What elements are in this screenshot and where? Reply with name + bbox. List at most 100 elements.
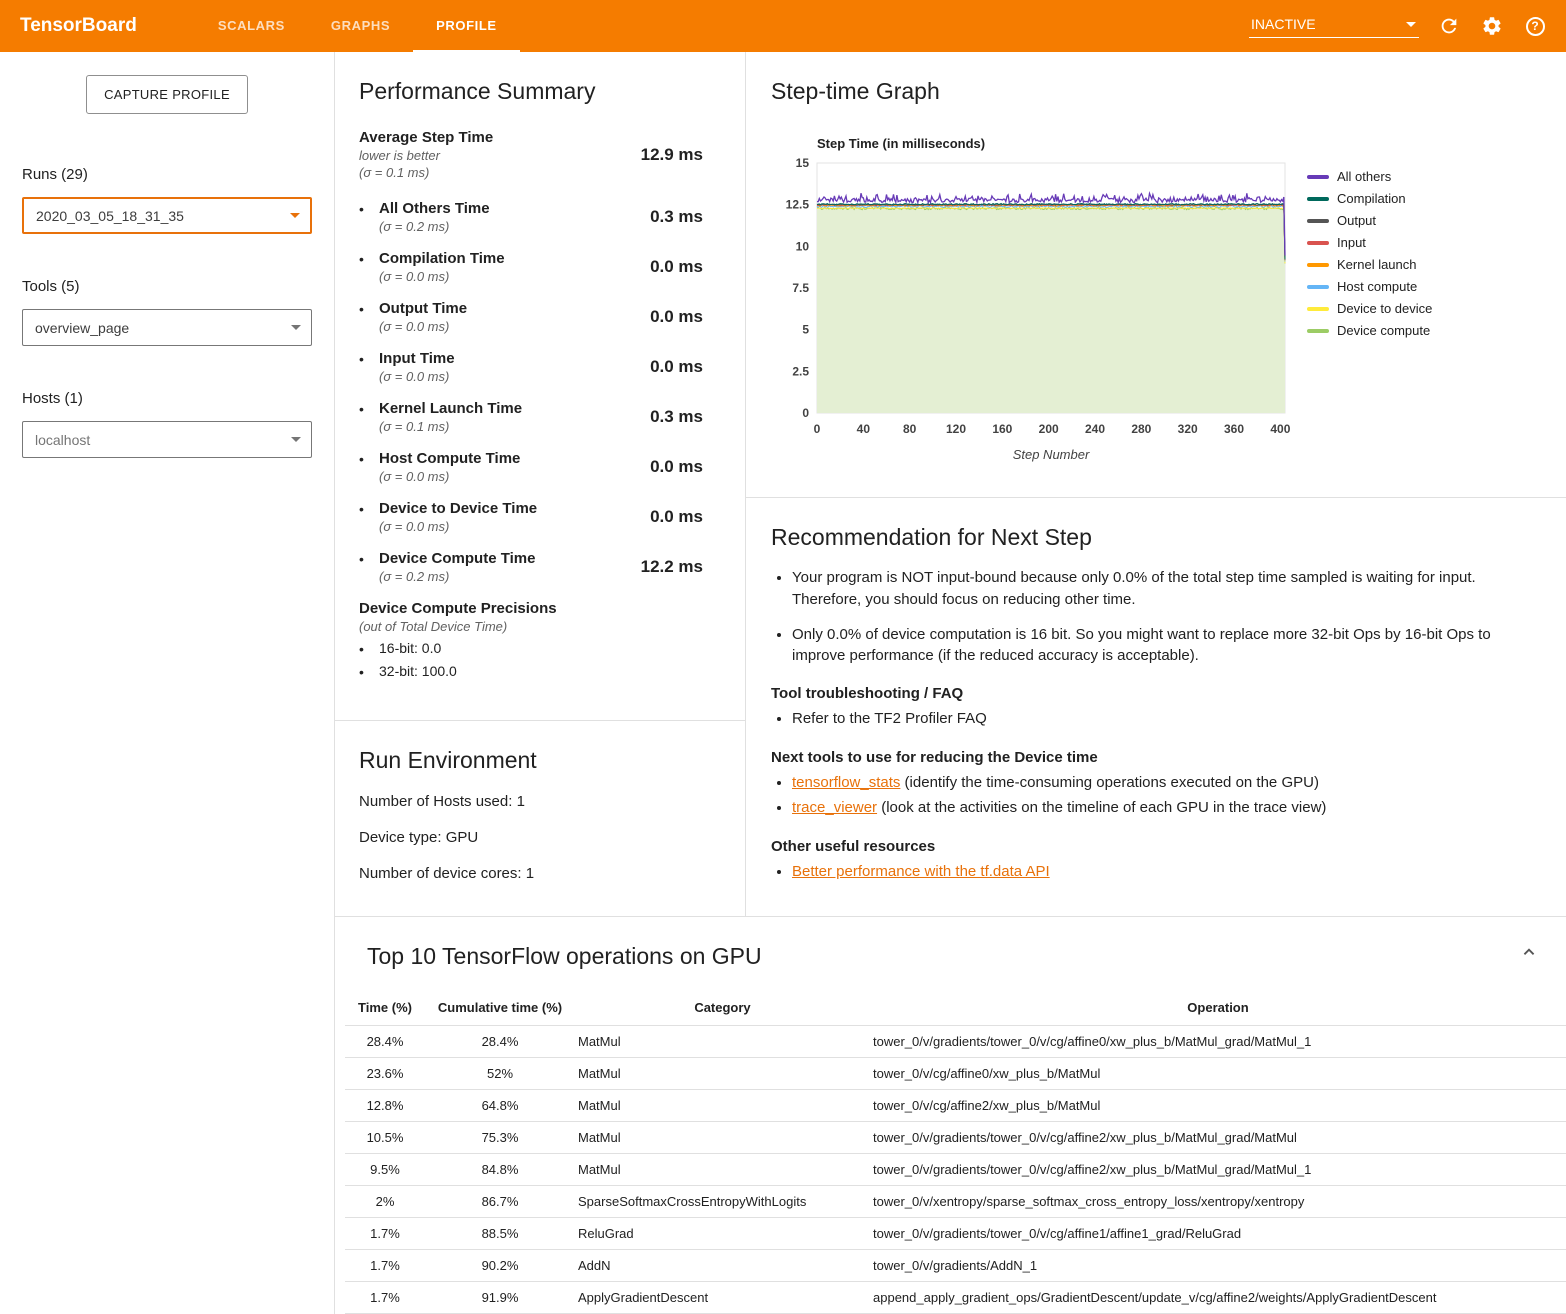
perf-summary-item: •Compilation Time(σ = 0.0 ms)0.0 ms [359, 250, 721, 284]
category-cell: SparseSoftmaxCrossEntropyWithLogits [575, 1186, 870, 1218]
other-resources-list: Better performance with the tf.data API [771, 861, 1532, 884]
operation-cell: tower_0/v/gradients/tower_0/v/cg/affine1… [870, 1218, 1566, 1250]
chevron-down-icon [1406, 22, 1416, 27]
perf-summary-item: •Output Time(σ = 0.0 ms)0.0 ms [359, 300, 721, 334]
host-compute-swatch-icon [1307, 285, 1329, 289]
tool-desc: (look at the activities on the timeline … [877, 799, 1326, 816]
refresh-button[interactable] [1436, 13, 1462, 39]
settings-button[interactable] [1479, 13, 1505, 39]
svg-text:280: 280 [1131, 422, 1151, 436]
table-row: 23.6%52%MatMultower_0/v/cg/affine0/xw_pl… [345, 1058, 1566, 1090]
chevron-up-icon [1518, 941, 1540, 963]
top-row: Performance Summary Average Step Time lo… [335, 52, 1566, 916]
tfdata-api-link[interactable]: Better performance with the tf.data API [792, 863, 1050, 880]
ops-column-header: Operation [870, 994, 1566, 1026]
next-tools-title: Next tools to use for reducing the Devic… [771, 749, 1532, 766]
table-row: 10.5%75.3%MatMultower_0/v/gradients/towe… [345, 1122, 1566, 1154]
gear-icon [1481, 15, 1503, 37]
runs-dropdown[interactable]: 2020_03_05_18_31_35 [22, 197, 312, 234]
bullet-icon: • [359, 450, 379, 484]
svg-text:Step Time (in milliseconds): Step Time (in milliseconds) [817, 136, 985, 151]
perf-summary-item: •Input Time(σ = 0.0 ms)0.0 ms [359, 350, 721, 384]
legend-label: Compilation [1337, 191, 1406, 206]
top-ops-table: Time (%)Cumulative time (%)CategoryOpera… [345, 994, 1566, 1314]
legend-item: Device to device [1307, 301, 1432, 316]
metric-label: All Others Time [379, 200, 490, 217]
tab-profile[interactable]: PROFILE [413, 0, 520, 52]
svg-text:5: 5 [802, 323, 809, 337]
metric-value: 0.0 ms [650, 307, 721, 327]
time-cell: 9.5% [345, 1154, 425, 1186]
metric-value: 12.2 ms [641, 557, 721, 577]
table-row: 9.5%84.8%MatMultower_0/v/gradients/tower… [345, 1154, 1566, 1186]
metric-note: lower is better [359, 148, 493, 163]
output-swatch-icon [1307, 219, 1329, 223]
cumulative-cell: 84.8% [425, 1154, 575, 1186]
table-row: 1.7%88.5%ReluGradtower_0/v/gradients/tow… [345, 1218, 1566, 1250]
category-cell: ApplyGradientDescent [575, 1282, 870, 1314]
legend-label: Output [1337, 213, 1376, 228]
perf-summary-item: •All Others Time(σ = 0.2 ms)0.3 ms [359, 200, 721, 234]
faq-list: Refer to the TF2 Profiler FAQ [771, 708, 1532, 731]
recommendation-panel: Recommendation for Next Step Your progra… [746, 497, 1566, 916]
table-row: 12.8%64.8%MatMultower_0/v/cg/affine2/xw_… [345, 1090, 1566, 1122]
metric-value: 0.0 ms [650, 357, 721, 377]
device-to-device-swatch-icon [1307, 307, 1329, 311]
tab-scalars[interactable]: SCALARS [195, 0, 308, 52]
perf-summary-item: •Device to Device Time(σ = 0.0 ms)0.0 ms [359, 500, 721, 534]
bullet-icon: • [359, 640, 379, 659]
right-column: Step-time Graph Step Time (in millisecon… [746, 52, 1566, 916]
operation-cell: tower_0/v/cg/affine0/xw_plus_b/MatMul [870, 1058, 1566, 1090]
hosts-dropdown-value: localhost [35, 432, 90, 448]
category-cell: ReluGrad [575, 1218, 870, 1250]
cumulative-cell: 52% [425, 1058, 575, 1090]
metric-sigma: (σ = 0.0 ms) [379, 469, 520, 484]
category-cell: MatMul [575, 1154, 870, 1186]
hosts-dropdown[interactable]: localhost [22, 421, 312, 458]
main-content: Performance Summary Average Step Time lo… [334, 52, 1566, 1314]
time-cell: 2% [345, 1186, 425, 1218]
all-others-swatch-icon [1307, 175, 1329, 179]
legend-label: Input [1337, 235, 1366, 250]
category-cell: AddN [575, 1250, 870, 1282]
header-actions: INACTIVE ? [1249, 13, 1548, 39]
precisions-title: Device Compute Precisions [359, 600, 721, 617]
help-icon: ? [1526, 17, 1545, 36]
bullet-icon: • [359, 200, 379, 234]
precision-value: 16-bit: 0.0 [379, 640, 441, 659]
ops-column-header: Cumulative time (%) [425, 994, 575, 1026]
tool-link[interactable]: trace_viewer [792, 799, 877, 816]
tool-item: trace_viewer (look at the activities on … [792, 797, 1532, 820]
run-env-line: Number of Hosts used: 1 [359, 793, 721, 810]
operation-cell: tower_0/v/gradients/tower_0/v/cg/affine2… [870, 1122, 1566, 1154]
capture-profile-button[interactable]: CAPTURE PROFILE [86, 75, 248, 114]
tools-dropdown[interactable]: overview_page [22, 309, 312, 346]
legend-label: Kernel launch [1337, 257, 1417, 272]
cumulative-cell: 64.8% [425, 1090, 575, 1122]
tool-link[interactable]: tensorflow_stats [792, 774, 900, 791]
metric-label: Output Time [379, 300, 467, 317]
run-env-line: Number of device cores: 1 [359, 865, 721, 882]
metric-sigma: (σ = 0.2 ms) [379, 569, 535, 584]
metric-label: Host Compute Time [379, 450, 520, 467]
compilation-swatch-icon [1307, 197, 1329, 201]
metric-label: Compilation Time [379, 250, 505, 267]
legend-label: Device compute [1337, 323, 1430, 338]
tab-graphs[interactable]: GRAPHS [308, 0, 413, 52]
sidebar: CAPTURE PROFILE Runs (29) 2020_03_05_18_… [0, 52, 334, 1314]
time-cell: 12.8% [345, 1090, 425, 1122]
metric-value: 12.9 ms [641, 145, 721, 165]
help-button[interactable]: ? [1522, 13, 1548, 39]
precisions-list: •16-bit: 0.0•32-bit: 100.0 [359, 640, 721, 682]
status-dropdown[interactable]: INACTIVE [1249, 14, 1419, 38]
operation-cell: tower_0/v/cg/affine2/xw_plus_b/MatMul [870, 1090, 1566, 1122]
kernel-launch-swatch-icon [1307, 263, 1329, 267]
bullet-icon: • [359, 350, 379, 384]
operation-cell: tower_0/v/gradients/tower_0/v/cg/affine2… [870, 1154, 1566, 1186]
svg-text:12.5: 12.5 [786, 198, 810, 212]
operation-cell: tower_0/v/gradients/AddN_1 [870, 1250, 1566, 1282]
svg-text:Step Number: Step Number [1013, 447, 1090, 462]
metric-sigma: (σ = 0.0 ms) [379, 319, 467, 334]
collapse-section-button[interactable] [1518, 941, 1540, 966]
cumulative-cell: 88.5% [425, 1218, 575, 1250]
